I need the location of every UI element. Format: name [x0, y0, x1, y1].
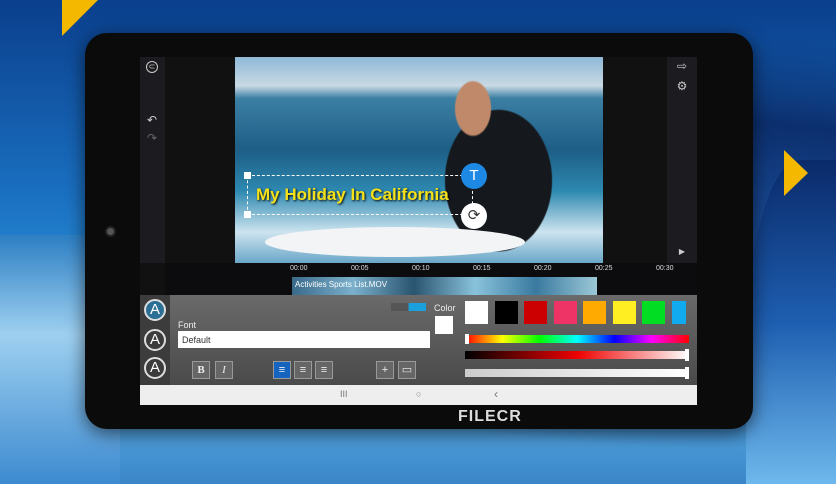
export-icon[interactable]: ⇨ [672, 59, 692, 73]
color-swatch[interactable] [671, 301, 686, 324]
time-tick: 00:30 [656, 265, 674, 272]
slider-handle[interactable] [685, 349, 689, 361]
slider-handle[interactable] [685, 367, 689, 379]
slider-handle[interactable] [465, 334, 469, 344]
color-label: Color [434, 303, 456, 313]
horizontal-center-button[interactable]: ▭ [398, 361, 416, 379]
italic-button[interactable]: I [215, 361, 233, 379]
redo-icon[interactable]: ↷ [142, 131, 162, 145]
hue-slider[interactable] [465, 334, 689, 344]
time-tick: 00:25 [595, 265, 613, 272]
align-left-button[interactable]: ≡ [273, 361, 291, 379]
toggle-switch[interactable] [391, 303, 426, 311]
right-toolbar: ⇨ ⚙ ▶ [667, 57, 697, 263]
brightness-slider[interactable] [465, 349, 689, 361]
clip-name: Activities Sports List.MOV [295, 280, 388, 289]
app-screen: ⊂ ↶ ↷ ⇨ ⚙ ▶ My Holiday In California T ⟳… [140, 57, 697, 405]
decor-triangle-right [784, 150, 808, 196]
rotate-button[interactable]: ⟳ [461, 203, 487, 229]
play-icon[interactable]: ▶ [672, 247, 692, 256]
back-icon[interactable]: ⊂ [146, 61, 158, 73]
time-tick: 00:05 [351, 265, 369, 272]
surfboard-image [265, 227, 525, 257]
align-right-button[interactable]: ≡ [315, 361, 333, 379]
home-button[interactable]: ○ [416, 389, 421, 399]
resize-handle[interactable] [244, 211, 251, 218]
timeline[interactable]: 00:00 00:05 00:10 00:15 00:20 00:25 00:3… [165, 263, 697, 295]
ocean-wave-right [746, 160, 836, 484]
title-text[interactable]: My Holiday In California [256, 185, 449, 205]
text-layer-box[interactable]: My Holiday In California [244, 172, 476, 218]
opacity-slider[interactable] [465, 367, 689, 379]
time-tick: 00:00 [290, 265, 308, 272]
color-swatch[interactable] [642, 301, 665, 324]
time-tick: 00:10 [412, 265, 430, 272]
font-label: Font [178, 320, 197, 330]
gear-icon[interactable]: ⚙ [672, 79, 692, 93]
camera-icon [105, 226, 116, 237]
vertical-center-button[interactable]: + [376, 361, 394, 379]
video-clip[interactable]: Activities Sports List.MOV [292, 277, 597, 295]
time-tick: 00:15 [473, 265, 491, 272]
video-preview[interactable]: My Holiday In California T ⟳ [235, 57, 603, 263]
color-swatch[interactable] [494, 301, 518, 324]
style-plain-button[interactable]: A [144, 299, 166, 321]
align-center-button[interactable]: ≡ [294, 361, 312, 379]
back-button[interactable]: ‹ [494, 387, 498, 401]
color-swatch[interactable] [553, 301, 577, 324]
color-swatch[interactable] [583, 301, 606, 324]
resize-handle[interactable] [244, 172, 251, 179]
text-style-panel: A A A Font Default Color B I ≡ ≡ ≡ + ▭ [140, 295, 697, 385]
font-input[interactable]: Default [178, 331, 430, 348]
bold-button[interactable]: B [192, 361, 210, 379]
left-toolbar: ⊂ ↶ ↷ [140, 57, 165, 263]
watermark: FILECR [458, 408, 522, 425]
color-preview[interactable] [435, 316, 453, 334]
text-style-column: A A A [140, 295, 170, 385]
text-tool-button[interactable]: T [461, 163, 487, 189]
color-swatch[interactable] [524, 301, 547, 324]
style-shadow-button[interactable]: A [144, 357, 166, 379]
color-swatch[interactable] [612, 301, 636, 324]
android-nav-bar: III ○ ‹ [140, 385, 697, 405]
decor-triangle-top [62, 0, 98, 36]
undo-icon[interactable]: ↶ [142, 113, 162, 127]
time-tick: 00:20 [534, 265, 552, 272]
recent-apps-button[interactable]: III [340, 389, 348, 399]
style-outline-button[interactable]: A [144, 329, 166, 351]
color-swatch[interactable] [465, 301, 488, 324]
